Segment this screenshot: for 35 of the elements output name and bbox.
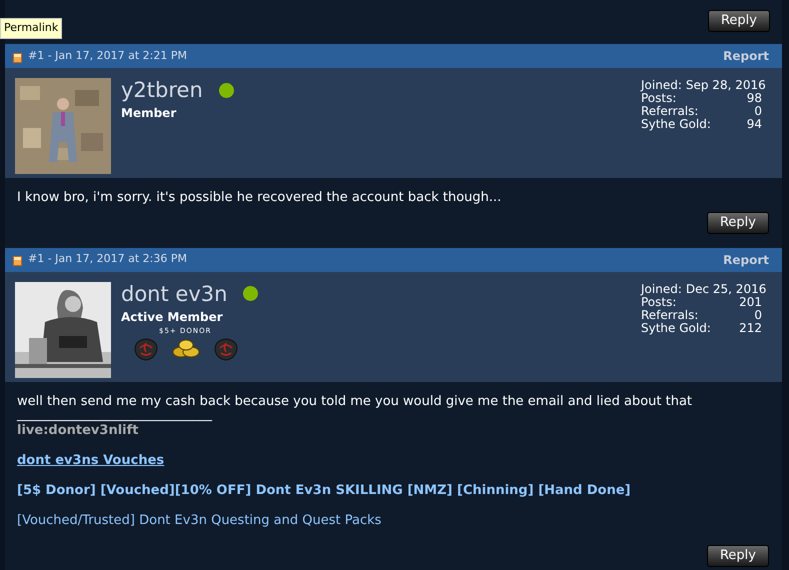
- signature-link[interactable]: [5$ Donor] [Vouched][10% OFF] Dont Ev3n SKILLING [NMZ] [Chinning] [Hand Done]: [17, 483, 631, 499]
- post-text: I know bro, i'm sorry. it's possible he recovered the account back though...: [17, 189, 502, 207]
- stat-value: 98: [746, 92, 762, 105]
- username[interactable]: y2tbren: [121, 78, 203, 102]
- stat-label: Joined:: [641, 79, 682, 92]
- stat-label: Joined:: [641, 282, 682, 296]
- stat-value: Sep 28, 2016: [686, 79, 766, 92]
- stat-label: Sythe Gold:: [641, 322, 711, 334]
- report-link[interactable]: Report: [723, 47, 769, 65]
- tooltip: Permalink: [0, 18, 62, 38]
- stat-value: 212: [739, 322, 762, 334]
- user-rank: Active Member: [121, 308, 224, 326]
- post-icon: [13, 256, 22, 266]
- stat-value: 94: [746, 118, 762, 131]
- post-permalink[interactable]: #1 - Jan 17, 2017 at 2:21 PM: [28, 48, 187, 64]
- stat-label: Posts:: [641, 296, 676, 308]
- stat-value: 0: [754, 308, 762, 322]
- signature-text: live:dontev3nlift: [17, 423, 138, 439]
- stat-value: 0: [754, 105, 762, 118]
- post-icon: [13, 52, 22, 62]
- report-link[interactable]: Report: [723, 250, 769, 268]
- stat-label: Referrals:: [641, 105, 698, 118]
- signature-link[interactable]: [Vouched/Trusted] Dont Ev3n Questing and Quest Packs: [17, 513, 382, 529]
- stat-value: 201: [739, 296, 762, 308]
- reply-button[interactable]: Reply: [706, 545, 769, 567]
- reply-button[interactable]: Reply: [708, 10, 770, 32]
- stat-label: Posts:: [641, 92, 676, 105]
- stat-label: Sythe Gold:: [641, 118, 711, 131]
- reply-button[interactable]: Reply: [706, 212, 769, 234]
- username[interactable]: dont ev3n: [121, 282, 228, 306]
- stat-value: Dec 25, 2016: [686, 282, 766, 296]
- user-rank: Member: [121, 105, 178, 122]
- stat-label: Referrals:: [641, 308, 698, 322]
- vouches-link[interactable]: dont ev3ns Vouches: [17, 453, 164, 469]
- post-permalink[interactable]: #1 - Jan 17, 2017 at 2:36 PM: [28, 251, 187, 268]
